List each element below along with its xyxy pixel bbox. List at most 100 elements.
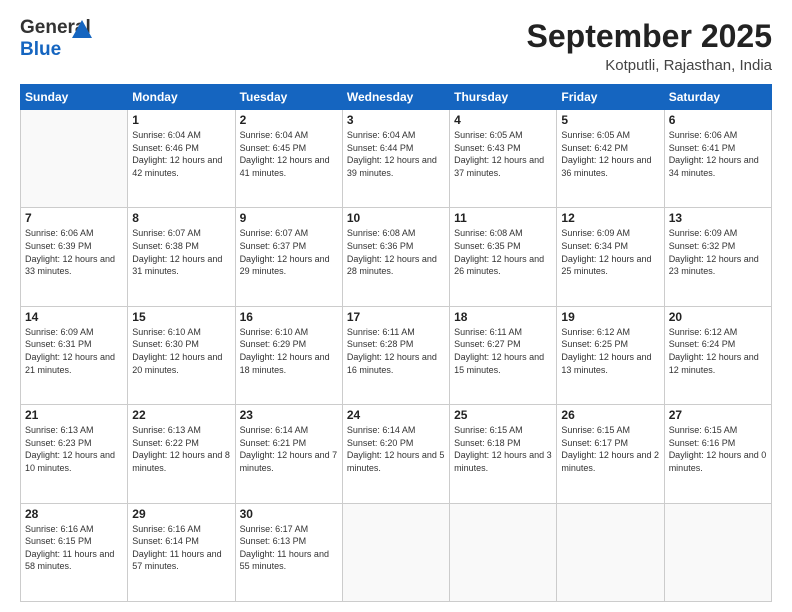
- table-row: 28 Sunrise: 6:16 AM Sunset: 6:15 PM Dayli…: [21, 503, 128, 601]
- day-info: Sunrise: 6:05 AM Sunset: 6:43 PM Dayligh…: [454, 129, 552, 179]
- day-number: 17: [347, 310, 445, 324]
- header-saturday: Saturday: [664, 85, 771, 110]
- day-number: 9: [240, 211, 338, 225]
- table-row: [21, 110, 128, 208]
- day-info: Sunrise: 6:06 AM Sunset: 6:39 PM Dayligh…: [25, 227, 123, 277]
- day-number: 3: [347, 113, 445, 127]
- day-number: 12: [561, 211, 659, 225]
- day-info: Sunrise: 6:15 AM Sunset: 6:16 PM Dayligh…: [669, 424, 767, 474]
- day-number: 18: [454, 310, 552, 324]
- table-row: [557, 503, 664, 601]
- day-number: 11: [454, 211, 552, 225]
- day-info: Sunrise: 6:15 AM Sunset: 6:17 PM Dayligh…: [561, 424, 659, 474]
- day-number: 13: [669, 211, 767, 225]
- day-info: Sunrise: 6:14 AM Sunset: 6:20 PM Dayligh…: [347, 424, 445, 474]
- table-row: 15 Sunrise: 6:10 AM Sunset: 6:30 PM Dayli…: [128, 306, 235, 404]
- day-number: 1: [132, 113, 230, 127]
- day-number: 16: [240, 310, 338, 324]
- day-info: Sunrise: 6:17 AM Sunset: 6:13 PM Dayligh…: [240, 523, 338, 573]
- header-thursday: Thursday: [450, 85, 557, 110]
- day-info: Sunrise: 6:12 AM Sunset: 6:25 PM Dayligh…: [561, 326, 659, 376]
- table-row: 25Sunrise: 6:15 AM Sunset: 6:18 PM Dayli…: [450, 405, 557, 503]
- day-number: 29: [132, 507, 230, 521]
- day-info: Sunrise: 6:09 AM Sunset: 6:32 PM Dayligh…: [669, 227, 767, 277]
- header-tuesday: Tuesday: [235, 85, 342, 110]
- table-row: 5 Sunrise: 6:05 AM Sunset: 6:42 PM Daylig…: [557, 110, 664, 208]
- table-row: 16Sunrise: 6:10 AM Sunset: 6:29 PM Dayli…: [235, 306, 342, 404]
- month-title: September 2025: [527, 18, 772, 55]
- table-row: 22 Sunrise: 6:13 AM Sunset: 6:22 PM Dayli…: [128, 405, 235, 503]
- header-friday: Friday: [557, 85, 664, 110]
- table-row: 23Sunrise: 6:14 AM Sunset: 6:21 PM Dayli…: [235, 405, 342, 503]
- day-info: Sunrise: 6:04 AM Sunset: 6:44 PM Dayligh…: [347, 129, 445, 179]
- day-info: Sunrise: 6:13 AM Sunset: 6:23 PM Dayligh…: [25, 424, 123, 474]
- table-row: 29 Sunrise: 6:16 AM Sunset: 6:14 PM Dayli…: [128, 503, 235, 601]
- calendar-week-row: 14Sunrise: 6:09 AM Sunset: 6:31 PM Dayli…: [21, 306, 772, 404]
- day-number: 8: [132, 211, 230, 225]
- table-row: 24Sunrise: 6:14 AM Sunset: 6:20 PM Dayli…: [342, 405, 449, 503]
- table-row: 6 Sunrise: 6:06 AM Sunset: 6:41 PM Daylig…: [664, 110, 771, 208]
- table-row: 4 Sunrise: 6:05 AM Sunset: 6:43 PM Daylig…: [450, 110, 557, 208]
- calendar-week-row: 1 Sunrise: 6:04 AM Sunset: 6:46 PM Daylig…: [21, 110, 772, 208]
- day-number: 21: [25, 408, 123, 422]
- table-row: 3 Sunrise: 6:04 AM Sunset: 6:44 PM Daylig…: [342, 110, 449, 208]
- day-number: 7: [25, 211, 123, 225]
- day-number: 14: [25, 310, 123, 324]
- table-row: 8 Sunrise: 6:07 AM Sunset: 6:38 PM Daylig…: [128, 208, 235, 306]
- calendar-week-row: 28 Sunrise: 6:16 AM Sunset: 6:15 PM Dayli…: [21, 503, 772, 601]
- day-info: Sunrise: 6:08 AM Sunset: 6:36 PM Dayligh…: [347, 227, 445, 277]
- logo: General Blue: [20, 18, 130, 63]
- page-header: General Blue September 2025 Kotputli, Ra…: [20, 18, 772, 74]
- day-number: 5: [561, 113, 659, 127]
- table-row: 1 Sunrise: 6:04 AM Sunset: 6:46 PM Daylig…: [128, 110, 235, 208]
- table-row: 18 Sunrise: 6:11 AM Sunset: 6:27 PM Dayli…: [450, 306, 557, 404]
- day-info: Sunrise: 6:07 AM Sunset: 6:38 PM Dayligh…: [132, 227, 230, 277]
- table-row: [664, 503, 771, 601]
- logo-icon: [72, 20, 92, 40]
- table-row: 30 Sunrise: 6:17 AM Sunset: 6:13 PM Dayli…: [235, 503, 342, 601]
- day-number: 25: [454, 408, 552, 422]
- header-sunday: Sunday: [21, 85, 128, 110]
- day-info: Sunrise: 6:07 AM Sunset: 6:37 PM Dayligh…: [240, 227, 338, 277]
- table-row: [342, 503, 449, 601]
- table-row: 11 Sunrise: 6:08 AM Sunset: 6:35 PM Dayli…: [450, 208, 557, 306]
- day-info: Sunrise: 6:16 AM Sunset: 6:14 PM Dayligh…: [132, 523, 230, 573]
- header-wednesday: Wednesday: [342, 85, 449, 110]
- day-number: 28: [25, 507, 123, 521]
- table-row: 12Sunrise: 6:09 AM Sunset: 6:34 PM Dayli…: [557, 208, 664, 306]
- day-number: 27: [669, 408, 767, 422]
- day-number: 30: [240, 507, 338, 521]
- day-info: Sunrise: 6:11 AM Sunset: 6:28 PM Dayligh…: [347, 326, 445, 376]
- day-info: Sunrise: 6:13 AM Sunset: 6:22 PM Dayligh…: [132, 424, 230, 474]
- logo-blue: Blue: [20, 40, 61, 61]
- day-info: Sunrise: 6:04 AM Sunset: 6:45 PM Dayligh…: [240, 129, 338, 179]
- day-number: 22: [132, 408, 230, 422]
- day-info: Sunrise: 6:16 AM Sunset: 6:15 PM Dayligh…: [25, 523, 123, 573]
- calendar-table: Sunday Monday Tuesday Wednesday Thursday…: [20, 84, 772, 602]
- day-info: Sunrise: 6:08 AM Sunset: 6:35 PM Dayligh…: [454, 227, 552, 277]
- location: Kotputli, Rajasthan, India: [527, 57, 772, 74]
- table-row: [450, 503, 557, 601]
- day-info: Sunrise: 6:06 AM Sunset: 6:41 PM Dayligh…: [669, 129, 767, 179]
- day-number: 4: [454, 113, 552, 127]
- title-area: September 2025 Kotputli, Rajasthan, Indi…: [527, 18, 772, 74]
- day-number: 15: [132, 310, 230, 324]
- day-info: Sunrise: 6:04 AM Sunset: 6:46 PM Dayligh…: [132, 129, 230, 179]
- day-info: Sunrise: 6:12 AM Sunset: 6:24 PM Dayligh…: [669, 326, 767, 376]
- day-info: Sunrise: 6:10 AM Sunset: 6:30 PM Dayligh…: [132, 326, 230, 376]
- calendar-week-row: 21 Sunrise: 6:13 AM Sunset: 6:23 PM Dayli…: [21, 405, 772, 503]
- calendar-header-row: Sunday Monday Tuesday Wednesday Thursday…: [21, 85, 772, 110]
- table-row: 10 Sunrise: 6:08 AM Sunset: 6:36 PM Dayli…: [342, 208, 449, 306]
- day-number: 2: [240, 113, 338, 127]
- table-row: 17 Sunrise: 6:11 AM Sunset: 6:28 PM Dayli…: [342, 306, 449, 404]
- table-row: 2 Sunrise: 6:04 AM Sunset: 6:45 PM Daylig…: [235, 110, 342, 208]
- day-info: Sunrise: 6:14 AM Sunset: 6:21 PM Dayligh…: [240, 424, 338, 474]
- day-number: 6: [669, 113, 767, 127]
- table-row: 26Sunrise: 6:15 AM Sunset: 6:17 PM Dayli…: [557, 405, 664, 503]
- day-info: Sunrise: 6:11 AM Sunset: 6:27 PM Dayligh…: [454, 326, 552, 376]
- day-number: 10: [347, 211, 445, 225]
- day-info: Sunrise: 6:05 AM Sunset: 6:42 PM Dayligh…: [561, 129, 659, 179]
- table-row: 9 Sunrise: 6:07 AM Sunset: 6:37 PM Daylig…: [235, 208, 342, 306]
- day-number: 19: [561, 310, 659, 324]
- table-row: 14Sunrise: 6:09 AM Sunset: 6:31 PM Dayli…: [21, 306, 128, 404]
